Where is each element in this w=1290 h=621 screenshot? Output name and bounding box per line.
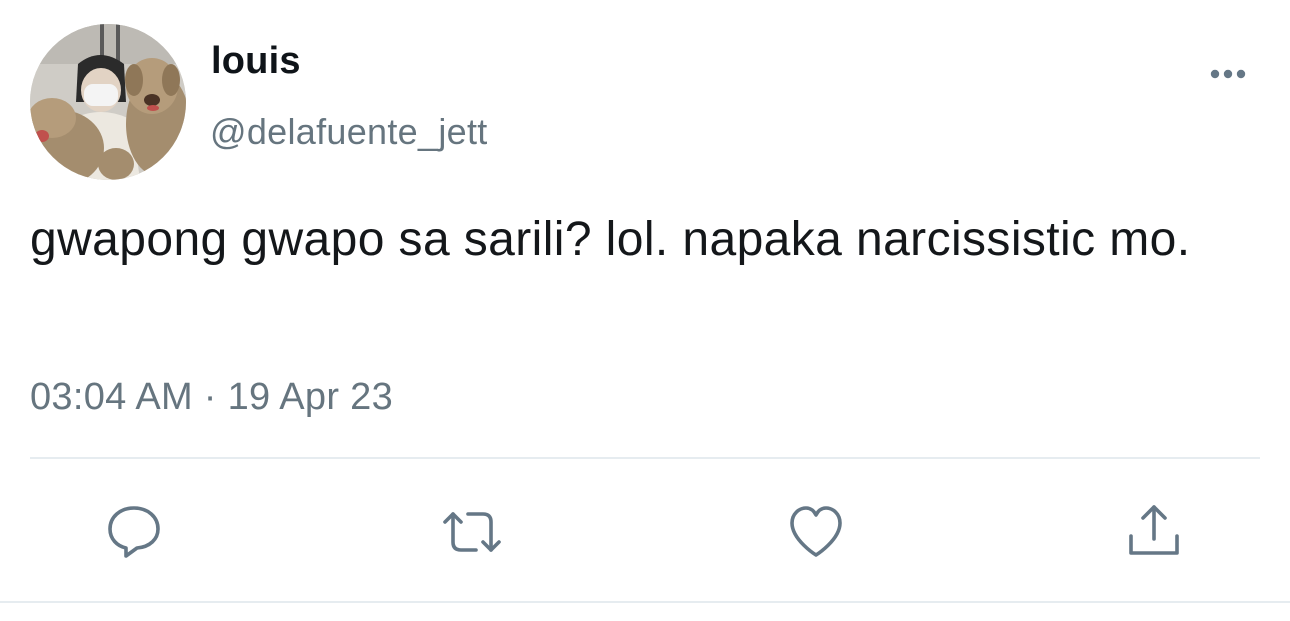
reply-button[interactable] bbox=[104, 502, 164, 562]
retweet-icon bbox=[443, 512, 501, 552]
tweet-timestamp[interactable]: 03:04 AM · 19 Apr 23 bbox=[30, 374, 393, 420]
retweet-button[interactable] bbox=[442, 502, 502, 562]
reply-icon bbox=[108, 506, 160, 558]
more-horizontal-icon bbox=[1210, 69, 1246, 79]
share-button[interactable] bbox=[1124, 502, 1184, 562]
avatar[interactable] bbox=[30, 24, 186, 180]
user-handle[interactable]: @delafuente_jett bbox=[210, 110, 488, 154]
tweet-text: gwapong gwapo sa sarili? lol. napaka nar… bbox=[30, 213, 1191, 266]
avatar-image bbox=[30, 24, 186, 180]
tweet: louis @delafuente_jett gwapong gwapo sa … bbox=[0, 0, 1290, 621]
divider bbox=[30, 457, 1260, 459]
heart-icon bbox=[790, 506, 842, 557]
like-button[interactable] bbox=[786, 502, 846, 562]
more-options-button[interactable] bbox=[1204, 60, 1252, 88]
display-name[interactable]: louis bbox=[211, 38, 301, 84]
bottom-divider bbox=[0, 601, 1290, 603]
share-icon bbox=[1129, 505, 1179, 555]
